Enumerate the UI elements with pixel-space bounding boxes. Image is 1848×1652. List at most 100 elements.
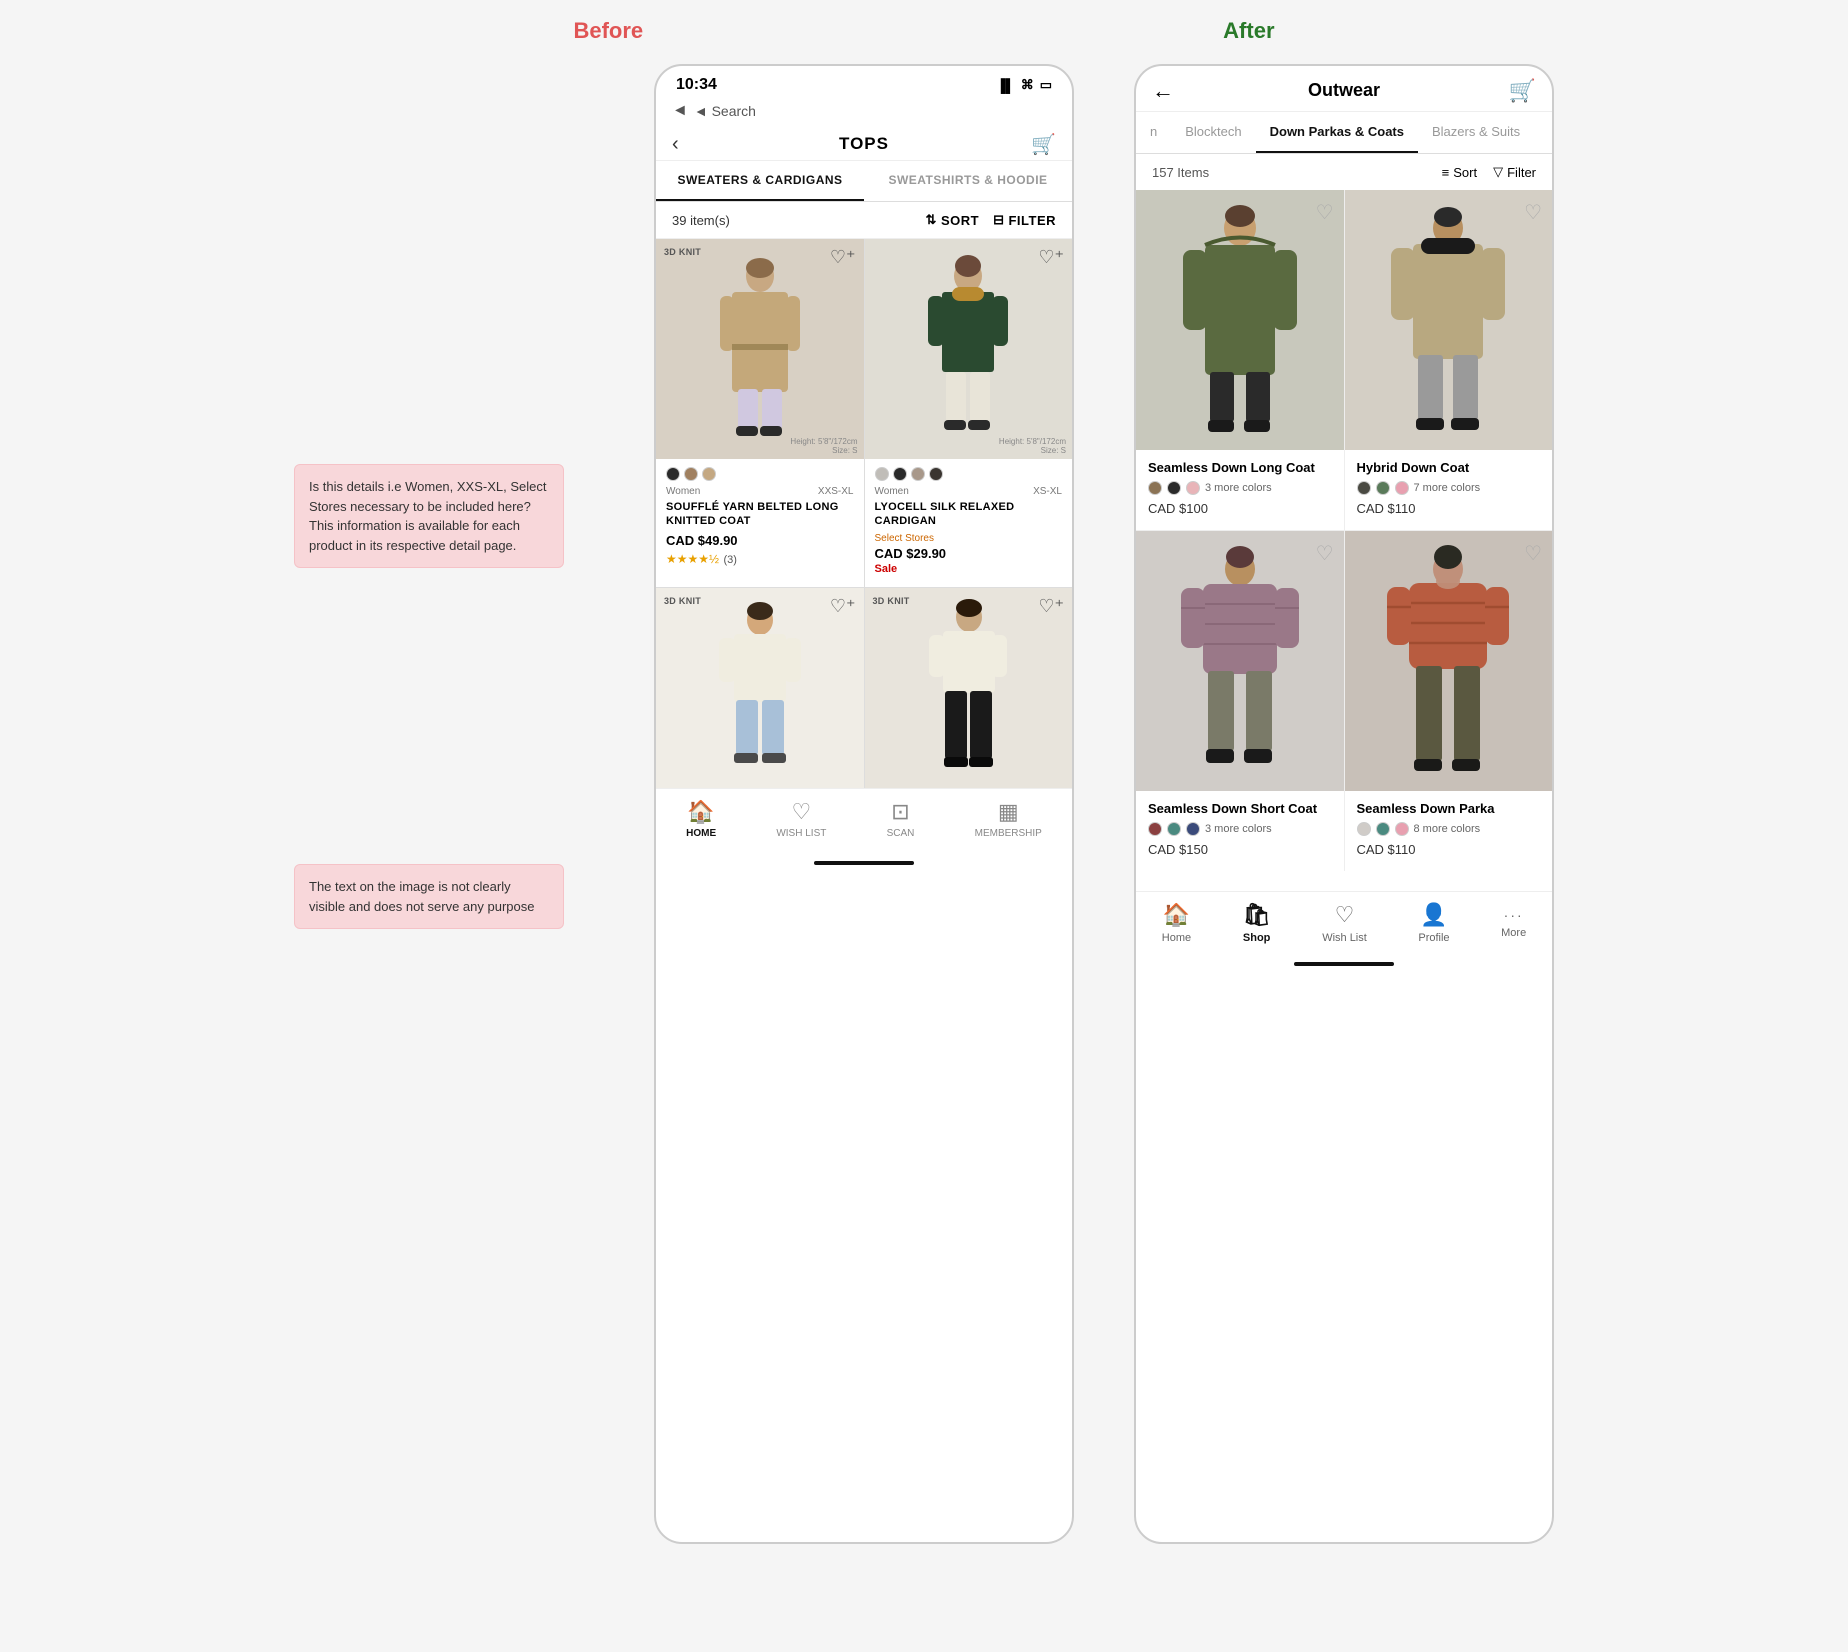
after-wishlist-4[interactable]: ♡ <box>1524 541 1542 566</box>
after-product-card-2[interactable]: ♡ <box>1345 190 1553 530</box>
after-swatch-4-2[interactable] <box>1376 822 1390 836</box>
product-card-2[interactable]: ♡⁺ <box>865 239 1073 587</box>
after-wishlist-2[interactable]: ♡ <box>1524 200 1542 225</box>
after-product-card-4[interactable]: ♡ <box>1345 531 1553 871</box>
after-swatch-2-2[interactable] <box>1376 481 1390 495</box>
home-icon: 🏠 <box>687 799 714 825</box>
wishlist-button-1[interactable]: ♡⁺ <box>830 247 856 268</box>
nav-home[interactable]: 🏠 HOME <box>686 799 716 839</box>
product-badge-1: 3D KNIT <box>664 247 701 257</box>
product-badge-3: 3D KNIT <box>664 596 701 606</box>
page-header: ‹ TOPS 🛒 <box>656 128 1072 161</box>
select-stores-2: Select Stores <box>875 533 1063 544</box>
back-button[interactable]: ‹ <box>672 133 679 156</box>
product-grid: 3D KNIT ♡⁺ <box>656 239 1072 788</box>
membership-icon: ▦ <box>998 799 1019 825</box>
after-tab-blazers[interactable]: Blazers & Suits <box>1418 112 1534 153</box>
after-swatch-2-1[interactable] <box>1357 481 1371 495</box>
wishlist-button-2[interactable]: ♡⁺ <box>1038 247 1064 268</box>
nav-scan[interactable]: ⊡ SCAN <box>887 799 915 839</box>
height-label-2: Height: 5'8"/172cmSize: S <box>999 437 1066 455</box>
after-tab-down-parkas[interactable]: Down Parkas & Coats <box>1256 112 1418 153</box>
after-product-card-3[interactable]: ♡ <box>1136 531 1344 871</box>
height-label-1: Height: 5'8"/172cmSize: S <box>790 437 857 455</box>
after-more-label: More <box>1501 927 1526 939</box>
swatch-2-4[interactable] <box>929 467 943 481</box>
after-product-card-1[interactable]: ♡ <box>1136 190 1344 530</box>
after-swatch-3-2[interactable] <box>1167 822 1181 836</box>
product-card-1[interactable]: 3D KNIT ♡⁺ <box>656 239 864 587</box>
after-nav-shop[interactable]: 🛍 Shop <box>1243 902 1271 944</box>
after-filter-icon: ▽ <box>1493 164 1503 180</box>
product-meta-2: Women XS-XL <box>875 486 1063 497</box>
wishlist-button-4[interactable]: ♡⁺ <box>1038 596 1064 617</box>
swatch-2-1[interactable] <box>875 467 889 481</box>
after-swatch-3-3[interactable] <box>1186 822 1200 836</box>
after-color-row-4: 8 more colors <box>1357 822 1541 836</box>
nav-home-label: HOME <box>686 828 716 839</box>
after-back-button[interactable]: ← <box>1152 78 1174 104</box>
swatch-1-3[interactable] <box>702 467 716 481</box>
filter-icon: ⊟ <box>993 212 1004 228</box>
after-wishlist-3[interactable]: ♡ <box>1316 541 1334 566</box>
after-filter-button[interactable]: ▽ Filter <box>1493 164 1536 180</box>
after-label: After <box>1223 18 1274 44</box>
sale-label-2: Sale <box>875 563 1063 575</box>
after-nav-profile[interactable]: 👤 Profile <box>1418 902 1449 944</box>
product-gender-2: Women <box>875 486 909 497</box>
after-sort-button[interactable]: ≡ Sort <box>1442 165 1477 180</box>
after-swatch-2-3[interactable] <box>1395 481 1409 495</box>
product-image-1: 3D KNIT ♡⁺ <box>656 239 864 459</box>
after-swatch-1-2[interactable] <box>1167 481 1181 495</box>
after-nav-wishlist[interactable]: ♡ Wish List <box>1322 902 1367 944</box>
after-swatch-3-1[interactable] <box>1148 822 1162 836</box>
product-card-4[interactable]: 3D KNIT ♡⁺ <box>865 588 1073 788</box>
after-price-2: CAD $110 <box>1357 501 1541 516</box>
product-info-2: Women XS-XL LYOCELL SILK RELAXED CARDIGA… <box>865 459 1073 587</box>
after-swatch-1-1[interactable] <box>1148 481 1162 495</box>
after-product-name-2: Hybrid Down Coat <box>1357 460 1541 475</box>
nav-wishlist[interactable]: ♡ WISH LIST <box>776 799 826 839</box>
after-product-info-4: Seamless Down Parka 8 more colors CAD $1… <box>1345 791 1553 871</box>
product-card-3[interactable]: 3D KNIT ♡⁺ <box>656 588 864 788</box>
sort-filter-bar: 39 item(s) ⇅ SORT ⊟ FILTER <box>656 202 1072 239</box>
swatch-1-2[interactable] <box>684 467 698 481</box>
cart-icon[interactable]: 🛒 <box>1031 132 1056 157</box>
after-tab-n[interactable]: n <box>1136 112 1171 153</box>
after-swatch-1-3[interactable] <box>1186 481 1200 495</box>
tab-sweaters[interactable]: SWEATERS & CARDIGANS <box>656 161 864 201</box>
after-product-name-4: Seamless Down Parka <box>1357 801 1541 816</box>
wishlist-button-3[interactable]: ♡⁺ <box>830 596 856 617</box>
after-figure-4 <box>1383 541 1513 781</box>
after-swatch-4-3[interactable] <box>1395 822 1409 836</box>
after-product-image-1: ♡ <box>1136 190 1344 450</box>
after-nav-home[interactable]: 🏠 Home <box>1162 902 1191 944</box>
swatch-2-3[interactable] <box>911 467 925 481</box>
tab-sweatshirts[interactable]: SWEATSHIRTS & HOODIE <box>864 161 1072 201</box>
after-nav-more[interactable]: ··· More <box>1501 907 1526 939</box>
after-product-image-2: ♡ <box>1345 190 1553 450</box>
product-badge-4: 3D KNIT <box>873 596 910 606</box>
after-price-4: CAD $110 <box>1357 842 1541 857</box>
nav-membership[interactable]: ▦ MEMBERSHIP <box>975 799 1042 839</box>
after-product-info-3: Seamless Down Short Coat 3 more colors C… <box>1136 791 1344 871</box>
sort-filter-buttons: ⇅ SORT ⊟ FILTER <box>926 212 1056 228</box>
page-title: TOPS <box>839 134 889 154</box>
product-image-3: 3D KNIT ♡⁺ <box>656 588 864 788</box>
after-category-tabs: n Blocktech Down Parkas & Coats Blazers … <box>1136 112 1552 154</box>
wifi-icon: ⌘ <box>1021 77 1034 93</box>
back-icon[interactable]: ◄ <box>672 102 688 120</box>
filter-button[interactable]: ⊟ FILTER <box>993 212 1056 228</box>
after-cart-icon[interactable]: 🛒 <box>1509 78 1536 104</box>
nav-scan-label: SCAN <box>887 828 915 839</box>
sort-icon: ⇅ <box>926 212 937 228</box>
item-count: 39 item(s) <box>672 213 730 228</box>
after-swatch-4-1[interactable] <box>1357 822 1371 836</box>
search-nav-bar[interactable]: ◄ ◄ Search <box>656 98 1072 128</box>
product-size-1: XXS-XL <box>818 486 854 497</box>
swatch-2-2[interactable] <box>893 467 907 481</box>
after-wishlist-1[interactable]: ♡ <box>1316 200 1334 225</box>
sort-button[interactable]: ⇅ SORT <box>926 212 980 228</box>
swatch-1-1[interactable] <box>666 467 680 481</box>
after-tab-blocktech[interactable]: Blocktech <box>1171 112 1255 153</box>
